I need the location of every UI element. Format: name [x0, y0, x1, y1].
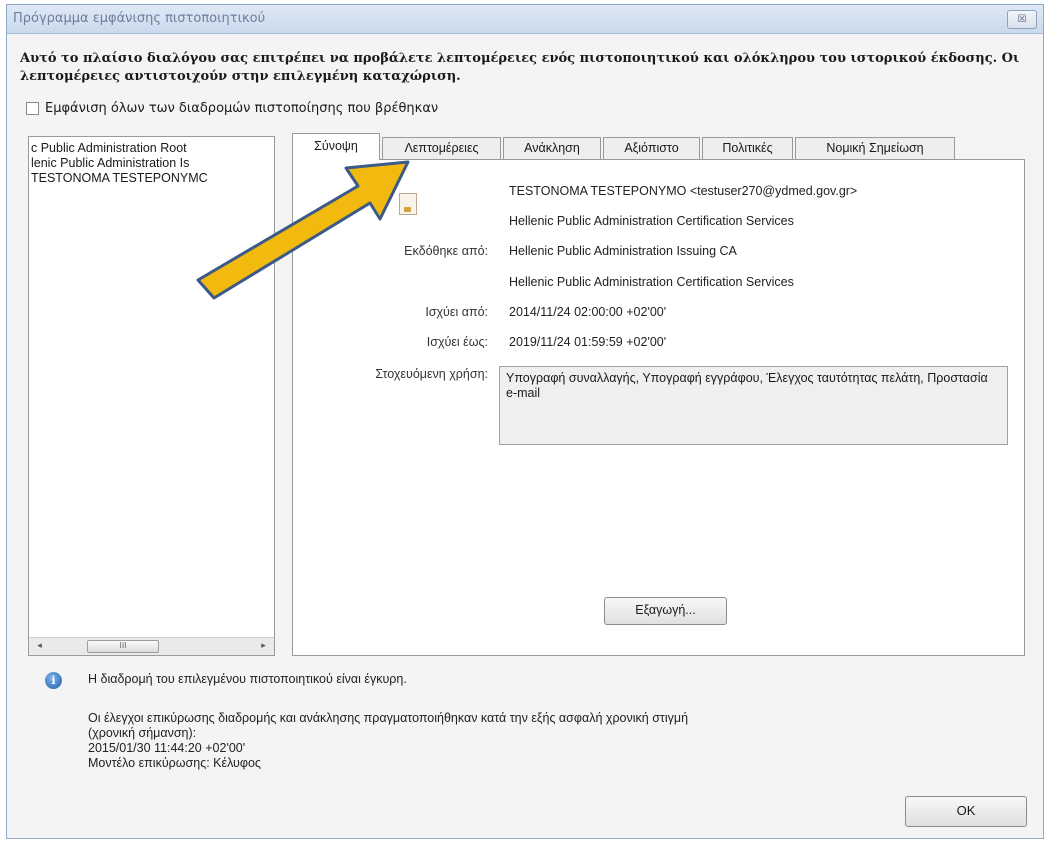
title-bar: Πρόγραμμα εμφάνισης πιστοποιητικού ☒	[7, 5, 1043, 34]
ok-button[interactable]: OK	[905, 796, 1027, 827]
tab-policies[interactable]: Πολιτικές	[702, 137, 793, 159]
valid-from-value: 2014/11/24 02:00:00 +02'00'	[509, 305, 667, 319]
subject-name: TESTONOMA TESTEPONYMO <testuser270@ydmed…	[509, 184, 858, 198]
window-title: Πρόγραμμα εμφάνισης πιστοποιητικού	[13, 11, 266, 26]
valid-to-value: 2019/11/24 01:59:59 +02'00'	[509, 335, 667, 349]
validation-model: Μοντέλο επικύρωσης: Κέλυφος	[88, 756, 261, 770]
close-button[interactable]: ☒	[1007, 10, 1037, 29]
info-icon: i	[45, 672, 62, 689]
tab-details[interactable]: Λεπτομέρειες	[382, 137, 501, 159]
tree-horizontal-scrollbar[interactable]: ◂ III ▸	[29, 637, 274, 655]
export-button[interactable]: Εξαγωγή...	[604, 597, 727, 625]
issued-by-label: Εκδόθηκε από:	[404, 244, 488, 258]
scroll-thumb[interactable]: III	[87, 640, 159, 653]
tree-item-issuing[interactable]: lenic Public Administration Is	[29, 156, 274, 171]
summary-panel: TESTONOMA TESTEPONYMO <testuser270@ydmed…	[292, 159, 1025, 656]
validation-line-2: (χρονική σήμανση):	[88, 726, 197, 740]
tab-revocation[interactable]: Ανάκληση	[503, 137, 601, 159]
show-all-paths-label: Εμφάνιση όλων των διαδρομών πιστοποίησης…	[45, 101, 439, 116]
intended-use-label: Στοχευόμενη χρήση:	[375, 367, 488, 381]
scroll-right-icon[interactable]: ▸	[255, 638, 272, 655]
intro-text: Αυτό το πλαίσιο διαλόγου σας επιτρέπει ν…	[20, 51, 1020, 84]
tab-summary[interactable]: Σύνοψη	[292, 133, 380, 160]
show-all-paths-checkbox[interactable]	[26, 102, 39, 115]
issuer-org: Hellenic Public Administration Certifica…	[509, 275, 794, 289]
validation-timestamp: 2015/01/30 11:44:20 +02'00'	[88, 741, 246, 755]
subject-org: Hellenic Public Administration Certifica…	[509, 214, 794, 228]
tree-item-user[interactable]: TESTONOMA TESTEPONYMC	[29, 171, 274, 186]
certificate-path-tree[interactable]: c Public Administration Root lenic Publi…	[28, 136, 275, 656]
path-valid-text: Η διαδρομή του επιλεγμένου πιστοποιητικο…	[88, 672, 407, 686]
show-all-paths-checkbox-row[interactable]: Εμφάνιση όλων των διαδρομών πιστοποίησης…	[26, 101, 438, 116]
validation-line-1: Οι έλεγχοι επικύρωσης διαδρομής και ανάκ…	[88, 711, 689, 725]
issuer-name: Hellenic Public Administration Issuing C…	[509, 244, 737, 258]
certificate-icon	[399, 193, 417, 215]
tree-item-root[interactable]: c Public Administration Root	[29, 141, 274, 156]
valid-to-label: Ισχύει έως:	[426, 335, 488, 349]
tab-trust[interactable]: Αξιόπιστο	[603, 137, 700, 159]
valid-from-label: Ισχύει από:	[425, 305, 488, 319]
intended-use-field[interactable]: Υπογραφή συναλλαγής, Υπογραφή εγγράφου, …	[499, 366, 1008, 445]
tab-legal-notice[interactable]: Νομική Σημείωση	[795, 137, 955, 159]
scroll-left-icon[interactable]: ◂	[31, 638, 48, 655]
